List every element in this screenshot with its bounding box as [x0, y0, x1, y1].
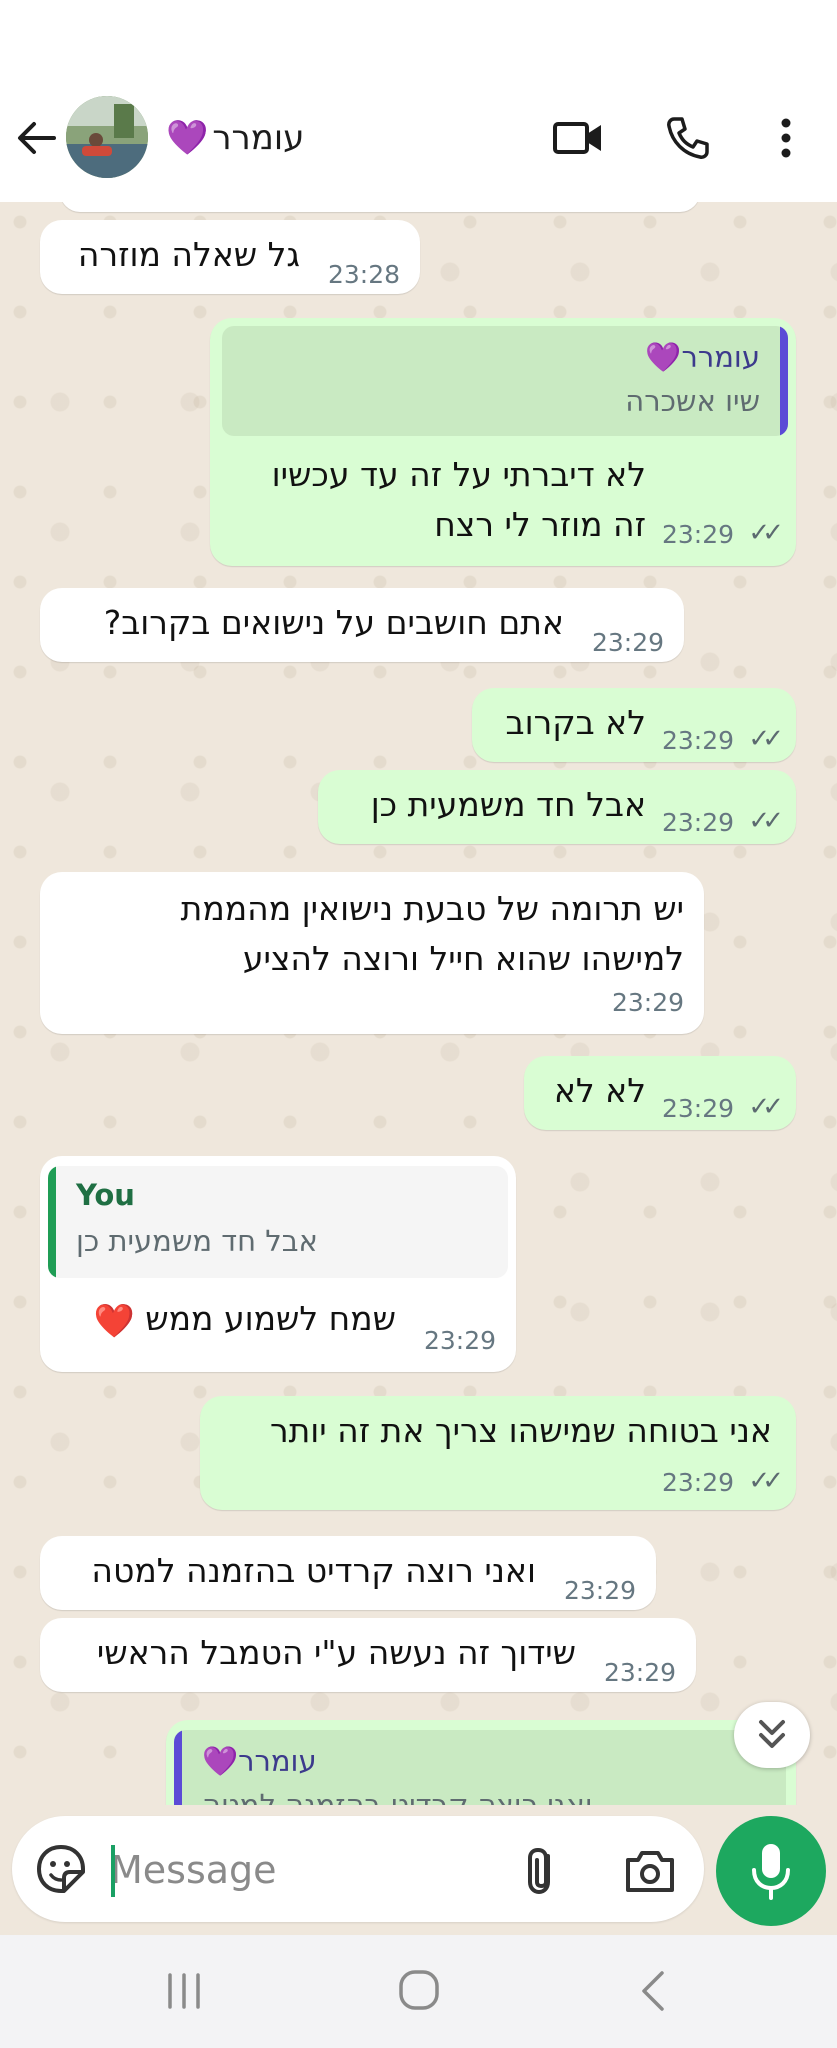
message-text: שמח לשמוע ממש ❤️ — [94, 1294, 396, 1346]
message-bubble[interactable]: אני בטוחה שמישהו צריך את זה יותר 23:29 ✓… — [200, 1396, 796, 1510]
message-text: ואני רוצה קרדיט בהזמנה למטה — [91, 1551, 536, 1590]
quote-text: אבל חד משמעית כן — [76, 1224, 318, 1258]
recent-apps-icon[interactable] — [160, 1967, 208, 2015]
quote-text: ואני רוצה קרדיט בהזמנה למטה — [202, 1788, 593, 1805]
system-nav-bar — [0, 1935, 837, 2048]
home-icon[interactable] — [394, 1965, 444, 2015]
quote-accent-bar — [780, 326, 788, 436]
message-text: שידוך זה נעשה ע"י הטמבל הראשי — [96, 1633, 576, 1672]
read-receipt-icon: ✓✓ — [748, 518, 783, 548]
heart-emoji: ❤️ — [93, 1300, 135, 1340]
message-time: 23:29 — [563, 1576, 636, 1605]
quote-author: עומרר💜 — [645, 340, 760, 374]
message-line: זה מוזר לי רצח — [434, 505, 646, 544]
message-bubble[interactable]: אתם חושבים על נישואים בקרוב? 23:29 — [40, 588, 684, 662]
message-bubble[interactable]: שידוך זה נעשה ע"י הטמבל הראשי 23:29 — [40, 1618, 696, 1692]
message-time: 23:29 — [603, 1658, 676, 1687]
message-time: 23:29 — [661, 1468, 734, 1497]
quote-accent-bar — [174, 1730, 182, 1805]
message-time: 23:28 — [327, 260, 400, 289]
read-receipt-icon: ✓✓ — [748, 724, 783, 754]
quoted-message[interactable]: עומרר💜 שיו אשכרה — [222, 326, 788, 436]
message-time: 23:29 — [661, 1094, 734, 1123]
message-text: אבל חד משמעית כן — [370, 785, 646, 824]
message-bubble[interactable]: יש תרומה של טבעת נישואין מהממת למישהו שה… — [40, 872, 704, 1034]
message-time: 23:29 — [661, 726, 734, 755]
message-text: אתם חושבים על נישואים בקרוב? — [103, 603, 564, 642]
more-options-icon[interactable] — [762, 114, 810, 162]
message-time: 23:29 — [423, 1326, 496, 1355]
contact-emoji: 💜 — [166, 118, 209, 158]
quote-text: שיו אשכרה — [625, 384, 760, 418]
message-bubble[interactable]: עומרר💜 שיו אשכרה לא דיברתי על זה עד עכשי… — [210, 318, 796, 566]
back-nav-icon[interactable] — [630, 1967, 678, 2015]
camera-icon[interactable] — [622, 1846, 678, 1896]
read-receipt-icon: ✓✓ — [748, 1466, 783, 1496]
voice-call-icon[interactable] — [664, 114, 712, 162]
message-time: 23:29 — [611, 988, 684, 1017]
chat-area[interactable]: גל שאלה מוזרה 23:28 עומרר💜 שיו אשכרה לא … — [0, 202, 837, 1805]
read-receipt-icon: ✓✓ — [748, 806, 783, 836]
quoted-message[interactable]: You אבל חד משמעית כן — [48, 1166, 508, 1278]
read-receipt-icon: ✓✓ — [748, 1092, 783, 1122]
message-time: 23:29 — [661, 808, 734, 837]
scroll-to-bottom-button[interactable] — [734, 1702, 810, 1768]
message-line: יש תרומה של טבעת נישואין מהממת — [180, 889, 684, 928]
message-input[interactable] — [110, 1842, 490, 1898]
message-line: לא דיברתי על זה עד עכשיו — [271, 455, 646, 494]
contact-name-text: עומרר — [212, 118, 305, 158]
avatar[interactable] — [66, 96, 148, 178]
message-text: לא בקרוב — [505, 703, 647, 742]
quote-author: 💜עומרר — [202, 1744, 317, 1778]
voice-record-button[interactable] — [716, 1816, 826, 1926]
message-bubble[interactable]: ואני רוצה קרדיט בהזמנה למטה 23:29 — [40, 1536, 656, 1610]
text-cursor — [111, 1845, 115, 1897]
message-bubble[interactable]: לא לא 23:29 ✓✓ — [524, 1056, 796, 1130]
contact-name[interactable]: 💜 עומרר — [166, 112, 304, 164]
message-bubble[interactable]: You אבל חד משמעית כן שמח לשמוע ממש ❤️ 23… — [40, 1156, 516, 1372]
chevron-double-down-icon — [759, 1720, 785, 1748]
back-arrow-icon[interactable] — [14, 116, 58, 160]
message-bubble-partial — [60, 202, 700, 212]
message-bubble[interactable]: 💜עומרר ואני רוצה קרדיט בהזמנה למטה — [166, 1720, 796, 1805]
message-bubble[interactable]: לא בקרוב 23:29 ✓✓ — [472, 688, 796, 762]
quote-accent-bar — [48, 1166, 56, 1278]
sticker-icon[interactable] — [34, 1842, 88, 1896]
message-time: 23:29 — [661, 520, 734, 549]
message-text: גל שאלה מוזרה — [77, 235, 300, 274]
microphone-icon — [752, 1844, 790, 1900]
message-text: אני בטוחה שמישהו צריך את זה יותר — [269, 1411, 772, 1450]
message-text: לא לא — [553, 1071, 646, 1110]
message-bubble[interactable]: אבל חד משמעית כן 23:29 ✓✓ — [318, 770, 796, 844]
quoted-message[interactable]: 💜עומרר ואני רוצה קרדיט בהזמנה למטה — [174, 1730, 786, 1805]
attachment-icon[interactable] — [518, 1844, 566, 1898]
message-bubble[interactable]: גל שאלה מוזרה 23:28 — [40, 220, 420, 294]
status-bar — [0, 0, 837, 90]
quote-author: You — [76, 1178, 135, 1212]
message-time: 23:29 — [591, 628, 664, 657]
video-call-icon[interactable] — [552, 114, 604, 162]
message-line: למישהו שהוא חייל ורוצה להציע — [242, 939, 684, 978]
